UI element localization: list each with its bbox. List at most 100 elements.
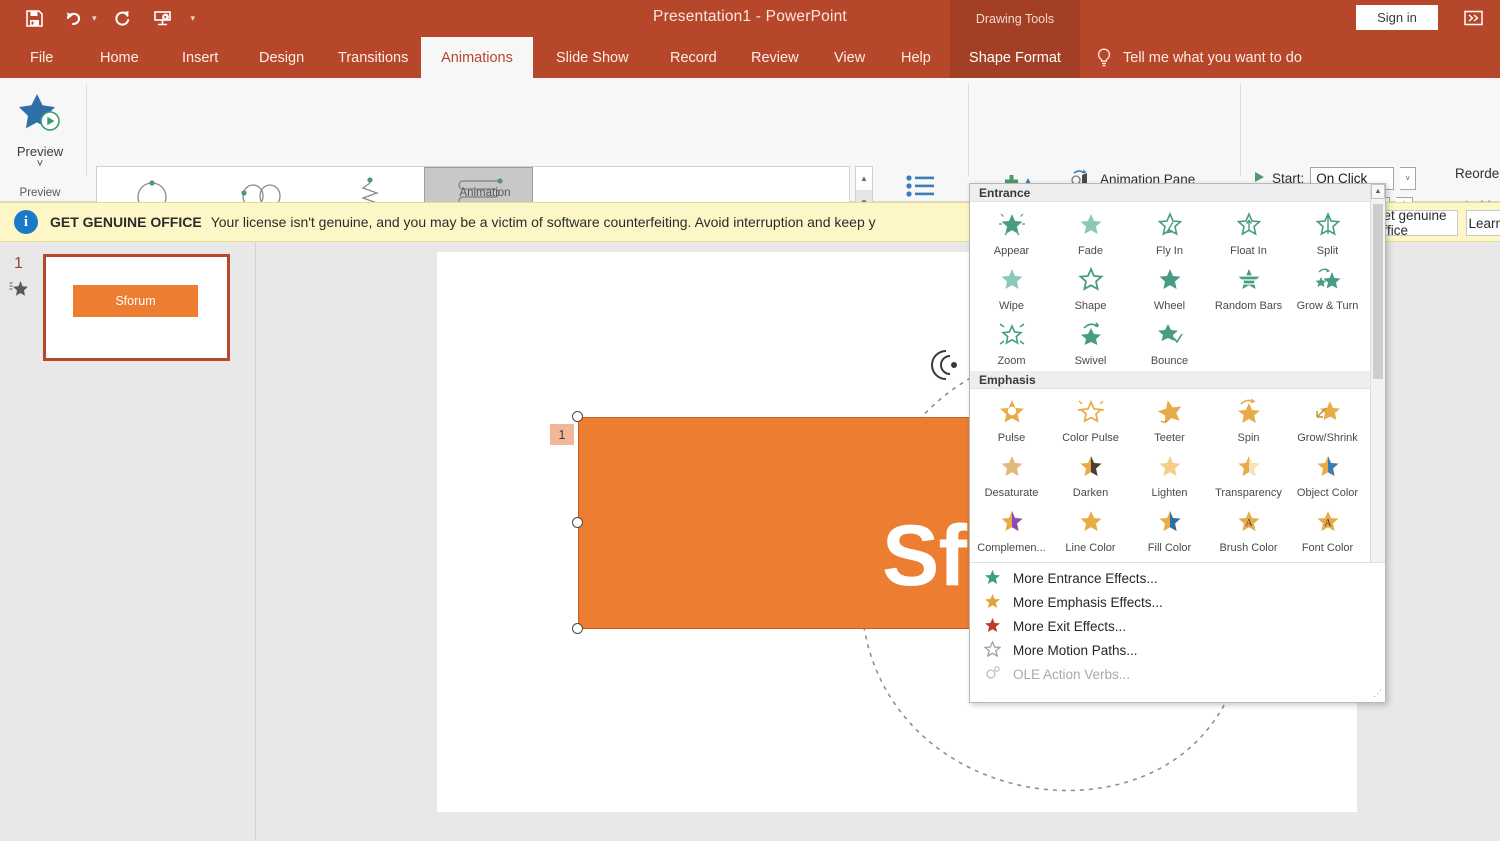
effect-float-in[interactable]: Float In xyxy=(1209,206,1288,261)
tell-me-search[interactable]: Tell me what you want to do xyxy=(1095,37,1302,78)
effect-object-color[interactable]: Object Color xyxy=(1288,448,1367,503)
effect-brush-color[interactable]: A Brush Color xyxy=(1209,503,1288,558)
effect-bounce[interactable]: Bounce xyxy=(1130,316,1209,371)
dropdown-scroll-thumb[interactable] xyxy=(1373,204,1383,379)
effect-label: Zoom xyxy=(997,355,1026,367)
effect-label: Brush Color xyxy=(1219,542,1278,554)
tab-shape-format[interactable]: Shape Format xyxy=(950,37,1080,78)
effect-teeter[interactable]: Teeter xyxy=(1130,393,1209,448)
grow-turn-star-icon xyxy=(1313,265,1343,298)
more-emphasis-effects-item[interactable]: More Emphasis Effects... xyxy=(970,590,1385,614)
window-title: Presentation1 - PowerPoint xyxy=(653,8,847,25)
powerpoint-window: ▾ ▾ Presentation1 - PowerPoint Drawing T… xyxy=(0,0,1500,841)
effect-desaturate[interactable]: Desaturate xyxy=(972,448,1051,503)
effect-label: Wipe xyxy=(998,300,1025,312)
appear-star-icon xyxy=(997,210,1027,243)
shape-star-icon xyxy=(1076,265,1106,298)
effect-label: Grow/Shrink xyxy=(1297,432,1358,444)
effect-fill-color[interactable]: Fill Color xyxy=(1130,503,1209,558)
handle-top-left[interactable] xyxy=(572,411,583,422)
tab-home[interactable]: Home xyxy=(84,37,155,78)
slide-thumbnail-pane[interactable]: 1 Sforum xyxy=(0,242,256,841)
effect-label: Transparency xyxy=(1215,487,1282,499)
effect-label: Bounce xyxy=(1150,355,1189,367)
thumbnail-shape: Sforum xyxy=(73,285,198,317)
more-exit-effects-item[interactable]: More Exit Effects... xyxy=(970,614,1385,638)
effect-complementary-color[interactable]: Complemen... xyxy=(972,503,1051,558)
effect-split[interactable]: Split xyxy=(1288,206,1367,261)
sign-in-button[interactable]: Sign in xyxy=(1356,5,1438,30)
menu-separator xyxy=(970,562,1385,563)
group-label-preview: Preview xyxy=(19,187,61,199)
float-in-star-icon xyxy=(1234,210,1264,243)
effect-swivel[interactable]: Swivel xyxy=(1051,316,1130,371)
effect-fly-in[interactable]: Fly In xyxy=(1130,206,1209,261)
effect-shape[interactable]: Shape xyxy=(1051,261,1130,316)
effect-appear[interactable]: Appear xyxy=(972,206,1051,261)
tab-view[interactable]: View xyxy=(818,37,881,78)
font-color-star-icon: A xyxy=(1313,507,1343,540)
menu-item-label: More Motion Paths... xyxy=(1013,642,1138,658)
dropdown-resize-grip[interactable]: ⋰ xyxy=(1373,688,1382,699)
lighten-star-icon xyxy=(1155,452,1185,485)
effect-font-color[interactable]: A Font Color xyxy=(1288,503,1367,558)
tab-help[interactable]: Help xyxy=(885,37,947,78)
tab-record[interactable]: Record xyxy=(654,37,733,78)
effect-zoom[interactable]: Zoom xyxy=(972,316,1051,371)
handle-middle-left[interactable] xyxy=(572,517,583,528)
spin-star-icon xyxy=(1234,397,1264,430)
group-separator xyxy=(1240,84,1241,176)
preview-label: Preview xyxy=(16,144,64,159)
zoom-star-icon xyxy=(997,320,1027,353)
tab-slide-show[interactable]: Slide Show xyxy=(540,37,645,78)
menu-item-label: OLE Action Verbs... xyxy=(1013,666,1131,682)
effect-wipe[interactable]: Wipe xyxy=(972,261,1051,316)
effect-line-color[interactable]: Line Color xyxy=(1051,503,1130,558)
effect-fade[interactable]: Fade xyxy=(1051,206,1130,261)
effect-label: Fade xyxy=(1077,245,1104,257)
effect-grow-and-turn[interactable]: Grow & Turn xyxy=(1288,261,1367,316)
title-bar: ▾ ▾ Presentation1 - PowerPoint Drawing T… xyxy=(0,0,1500,37)
add-animation-dropdown[interactable]: Entrance Appear Fade Fly In Float In Spl… xyxy=(969,183,1386,703)
tab-file[interactable]: File xyxy=(14,37,69,78)
slide-thumbnail-1[interactable]: Sforum xyxy=(43,254,230,361)
object-color-star-icon xyxy=(1313,452,1343,485)
effect-grow-shrink[interactable]: Grow/Shrink xyxy=(1288,393,1367,448)
group-separator xyxy=(86,84,87,176)
preview-button[interactable]: Preview ˅ xyxy=(6,84,74,180)
exit-star-icon xyxy=(984,617,1001,636)
more-motion-paths-item[interactable]: More Motion Paths... xyxy=(970,638,1385,662)
tab-design[interactable]: Design xyxy=(243,37,320,78)
effect-color-pulse[interactable]: Color Pulse xyxy=(1051,393,1130,448)
effect-label: Appear xyxy=(993,245,1030,257)
effect-label: Font Color xyxy=(1301,542,1354,554)
preview-star-play-icon xyxy=(17,90,63,141)
effect-lighten[interactable]: Lighten xyxy=(1130,448,1209,503)
license-banner-title: GET GENUINE OFFICE xyxy=(50,214,202,230)
svg-text:A: A xyxy=(1324,518,1332,529)
effect-random-bars[interactable]: Random Bars xyxy=(1209,261,1288,316)
effect-label: Split xyxy=(1316,245,1339,257)
brush-color-star-icon: A xyxy=(1234,507,1264,540)
animation-order-badge[interactable]: 1 xyxy=(550,424,574,445)
effect-spin[interactable]: Spin xyxy=(1209,393,1288,448)
effect-transparency[interactable]: Transparency xyxy=(1209,448,1288,503)
effect-pulse[interactable]: Pulse xyxy=(972,393,1051,448)
lightbulb-icon xyxy=(1095,47,1113,69)
more-entrance-effects-item[interactable]: More Entrance Effects... xyxy=(970,566,1385,590)
ribbon-display-options-icon[interactable] xyxy=(1460,6,1486,30)
dropdown-scrollbar[interactable]: ▲ ▼ xyxy=(1370,184,1385,584)
effect-darken[interactable]: Darken xyxy=(1051,448,1130,503)
preview-caret-icon[interactable]: ˅ xyxy=(37,159,43,170)
learn-more-button[interactable]: Learn more xyxy=(1466,210,1500,236)
dropdown-scroll-up[interactable]: ▲ xyxy=(1371,184,1385,199)
handle-bottom-left[interactable] xyxy=(572,623,583,634)
tab-transitions[interactable]: Transitions xyxy=(322,37,424,78)
tab-insert[interactable]: Insert xyxy=(166,37,234,78)
svg-text:A: A xyxy=(1245,518,1253,529)
effect-wheel[interactable]: Wheel xyxy=(1130,261,1209,316)
ole-action-icon xyxy=(984,665,1001,684)
tab-animations[interactable]: Animations xyxy=(421,37,533,78)
group-separator xyxy=(968,84,969,176)
tab-review[interactable]: Review xyxy=(735,37,815,78)
